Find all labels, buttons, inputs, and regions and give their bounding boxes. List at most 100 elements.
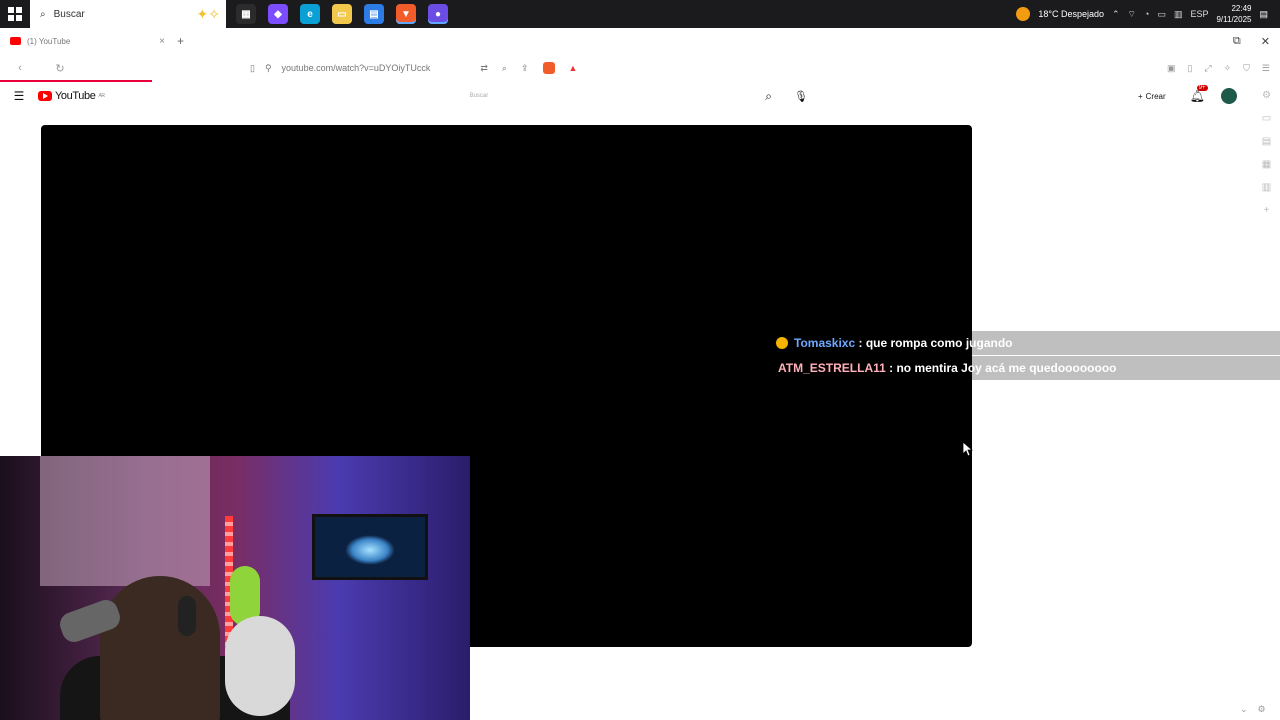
system-tray: 18°C Despejado ⌃ ⌔ ◔ ▭ ▥ ESP 22:49 9/11/… <box>1016 3 1280 25</box>
brave-rewards-icon[interactable]: ▲ <box>569 63 578 73</box>
sidebar-history-icon[interactable]: ▥ <box>1262 182 1271 193</box>
bookmark-icon[interactable]: ▯ <box>250 63 255 74</box>
chat-username: Tomaskixc <box>794 336 856 350</box>
search-icon[interactable]: ⌕ <box>765 89 772 104</box>
chat-separator: : <box>885 361 897 375</box>
chat-text: no mentira Joy acá me quedoooooooo <box>896 361 1117 375</box>
app-purple-icon[interactable]: ● <box>428 4 448 24</box>
chat-message: Tomaskixc : que rompa como jugando <box>776 331 1013 355</box>
wallet-icon[interactable]: ⛉ <box>1243 63 1250 74</box>
country-code: AR <box>98 93 105 99</box>
url-actions: ⇄ ⌕ ⇪ ▲ <box>480 62 577 74</box>
bell-icon: 🔔︎ <box>1189 89 1205 103</box>
sidebar-toggle-icon[interactable]: ▯ <box>1187 63 1192 74</box>
chat-row-bg <box>972 331 1280 355</box>
tab-close-button[interactable]: × <box>159 36 165 47</box>
store-icon[interactable]: ▤ <box>364 4 384 24</box>
weather-icon <box>1016 7 1031 21</box>
chat-username: ATM_ESTRELLA11 <box>778 361 886 375</box>
guide-menu-icon[interactable]: ☰ <box>0 89 38 103</box>
youtube-play-icon <box>38 91 52 101</box>
notifications-icon[interactable]: ▤ <box>1259 9 1268 20</box>
toolbar-right: ▣ ▯ ⤢ ✧ ⛉ ☰ <box>1167 63 1280 74</box>
chevron-up-icon[interactable]: ⌃ <box>1112 9 1120 20</box>
taskbar-apps: ▦ ◆ e ▭ ▤ ▼ ● <box>236 4 448 24</box>
zoom-icon[interactable]: ⌕ <box>502 63 507 74</box>
webcam-overlay <box>0 456 470 720</box>
screenshot-icon[interactable]: ⤢ <box>1204 63 1211 74</box>
notif-badge: 9+ <box>1196 85 1208 91</box>
webcam-plush-toy <box>225 616 295 716</box>
chat-text: que rompa como jugando <box>865 336 1013 350</box>
display-icon[interactable]: ▭ <box>1157 9 1166 20</box>
youtube-favicon-icon <box>10 37 21 45</box>
youtube-logo[interactable]: YouTube AR <box>38 90 105 102</box>
webcam-person-head <box>100 576 220 720</box>
create-label: Crear <box>1145 91 1166 101</box>
brave-shields-icon[interactable] <box>542 62 555 74</box>
yt-search-placeholder[interactable]: Buscar <box>470 93 489 99</box>
mouse-cursor-icon <box>963 442 973 456</box>
youtube-logo-text: YouTube <box>55 90 96 102</box>
taskbar-search-placeholder: Buscar <box>53 8 85 20</box>
address-bar-row: ‹ ↻ ▯ ⚲ youtube.com/watch?v=uDYOiyTUcck … <box>0 54 1280 82</box>
site-info-icon[interactable]: ⚲ <box>265 63 272 74</box>
sidebar-reading-icon[interactable]: ▤ <box>1262 136 1271 147</box>
browser-sidebar: ⚙ ▭ ▤ ▦ ▥ + <box>1253 82 1280 720</box>
share-icon[interactable]: ⇪ <box>521 63 529 74</box>
create-button[interactable]: + Crear <box>1138 92 1166 101</box>
browser-tab[interactable]: (1) YouTube × <box>0 36 165 47</box>
window-controls: ⧉ ✕ <box>1233 35 1280 48</box>
language-indicator[interactable]: ESP <box>1190 9 1208 19</box>
url-text[interactable]: youtube.com/watch?v=uDYOiyTUcck <box>282 63 431 73</box>
leo-icon[interactable]: ✧ <box>1224 63 1232 74</box>
screen: ⌕ Buscar ✦✧ ▦ ◆ e ▭ ▤ ▼ ● 18°C Despejado ⌃ ⌔ ◔… <box>0 0 1280 720</box>
plus-icon: + <box>1137 91 1143 101</box>
page-corner-icons: ⌄ ⚙ <box>1240 704 1266 715</box>
new-tab-button[interactable]: + <box>177 34 184 48</box>
taskbar-search[interactable]: ⌕ Buscar ✦✧ <box>30 0 226 28</box>
clock-date: 9/11/2025 <box>1216 15 1252 24</box>
brave-icon[interactable]: ▼ <box>396 4 416 24</box>
notifications-button[interactable]: 🔔︎ 9+ <box>1189 85 1208 103</box>
chat-message: ATM_ESTRELLA11 : no mentira Joy acá me q… <box>778 356 1117 380</box>
copilot-icon[interactable]: ◆ <box>268 4 288 24</box>
volume-icon[interactable]: ◔ <box>1144 9 1149 19</box>
file-explorer-icon[interactable]: ▭ <box>332 4 352 24</box>
microphone-icon[interactable]: 🎙︎ <box>794 90 808 103</box>
reload-button[interactable]: ↻ <box>40 62 80 75</box>
battery-icon[interactable]: ▥ <box>1174 9 1183 20</box>
search-icon: ⌕ <box>40 8 46 20</box>
sidebar-add-icon[interactable]: + <box>1264 205 1270 216</box>
network-icon[interactable]: ⌔ <box>1128 9 1136 20</box>
start-button[interactable] <box>0 0 30 28</box>
avatar[interactable] <box>1220 88 1237 104</box>
chat-badge-icon <box>776 337 788 349</box>
close-window-icon[interactable]: ✕ <box>1261 35 1270 48</box>
youtube-header: ☰ YouTube AR Buscar ⌕ 🎙︎ + Crear 🔔︎ 9+ <box>0 82 1250 110</box>
clock-time: 22:49 <box>1231 4 1252 13</box>
translate-icon[interactable]: ⇄ <box>480 63 488 74</box>
back-button[interactable]: ‹ <box>0 62 40 74</box>
taskbar: ⌕ Buscar ✦✧ ▦ ◆ e ▭ ▤ ▼ ● 18°C Despejado ⌃ ⌔ ◔… <box>0 0 1280 28</box>
windows-icon <box>8 7 22 21</box>
task-view-icon[interactable]: ▦ <box>236 4 256 24</box>
restore-icon[interactable]: ⧉ <box>1233 35 1241 48</box>
chat-separator: : <box>855 336 866 350</box>
browser-tabstrip: (1) YouTube × + ⧉ ✕ <box>0 28 1280 54</box>
edge-icon[interactable]: e <box>300 4 320 24</box>
settings-icon[interactable]: ⚙ <box>1258 704 1266 715</box>
weather-text[interactable]: 18°C Despejado <box>1038 9 1104 19</box>
sidebar-leo-icon[interactable]: ⚙ <box>1262 90 1271 101</box>
webcam-headset <box>178 596 196 636</box>
menu-icon[interactable]: ☰ <box>1262 63 1270 74</box>
webcam-wall-posters <box>40 456 210 586</box>
sparkle-icon: ✦✧ <box>196 5 220 22</box>
sidebar-chat-icon[interactable]: ▭ <box>1262 113 1271 124</box>
tab-title: (1) YouTube <box>27 36 71 46</box>
clock[interactable]: 22:49 9/11/2025 <box>1216 3 1251 25</box>
url-box[interactable]: ▯ ⚲ youtube.com/watch?v=uDYOiyTUcck ⇄ ⌕ … <box>250 62 830 74</box>
extension-icon[interactable]: ▣ <box>1167 63 1176 74</box>
sidebar-bookmarks-icon[interactable]: ▦ <box>1262 159 1271 170</box>
scroll-down-icon[interactable]: ⌄ <box>1240 704 1248 715</box>
